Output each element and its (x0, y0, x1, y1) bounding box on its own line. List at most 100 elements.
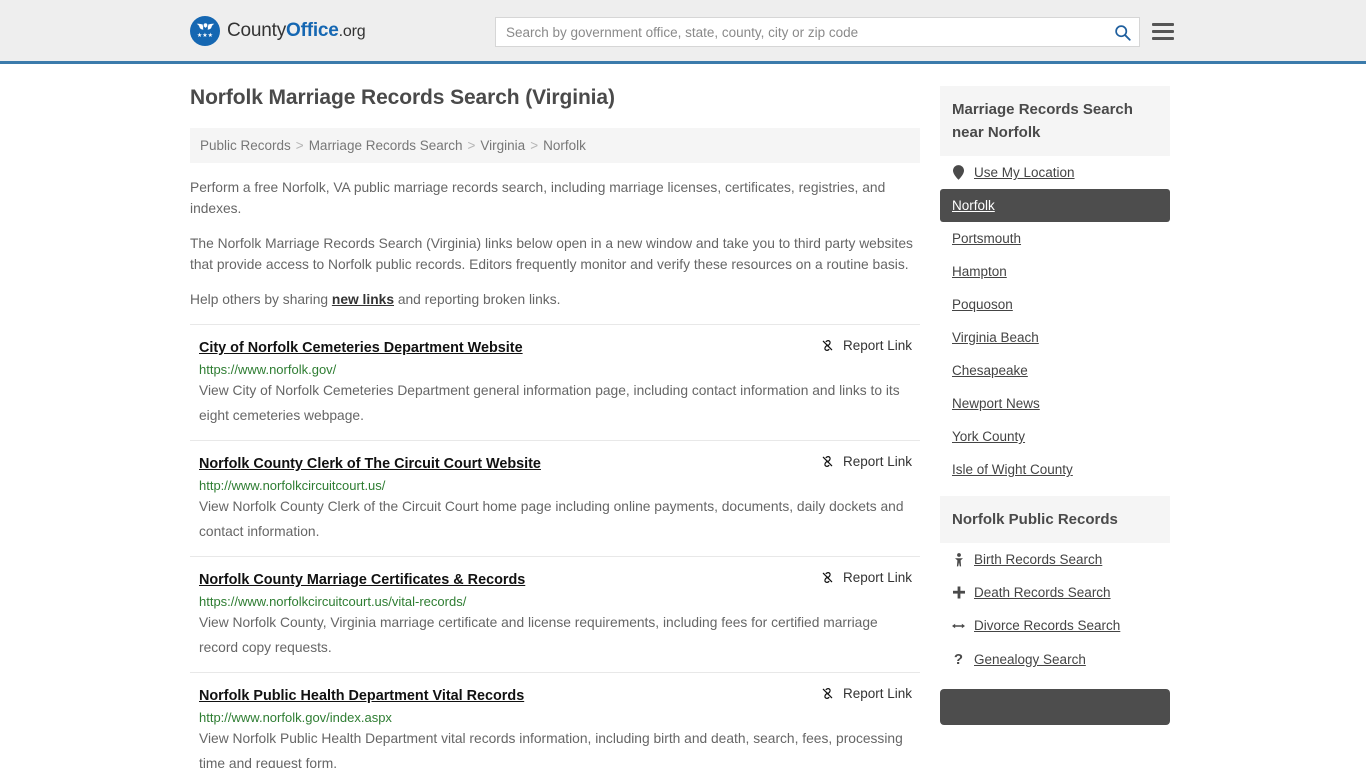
listing-header: City of Norfolk Cemeteries Department We… (199, 338, 920, 358)
listing-url: http://www.norfolkcircuitcourt.us/ (199, 478, 386, 493)
broken-link-icon (822, 571, 833, 584)
sidebar-link-label[interactable]: Chesapeake (952, 363, 1028, 378)
listing-header: Norfolk County Clerk of The Circuit Cour… (199, 454, 920, 474)
breadcrumb-item-2[interactable]: Virginia (480, 138, 525, 153)
map-pin-icon (952, 165, 965, 180)
sidebar-item-virginia-beach[interactable]: Virginia Beach (940, 321, 1170, 354)
sidebar-link-label[interactable]: Birth Records Search (974, 552, 1102, 567)
breadcrumb-item-3[interactable]: Norfolk (543, 138, 586, 153)
stars-icon: ★★★ (196, 33, 214, 39)
sidebar-bottom-panel[interactable] (940, 689, 1170, 725)
sidebar-item-isle-of-wight-county[interactable]: Isle of Wight County (940, 453, 1170, 486)
brand-part-office: Office (286, 19, 339, 41)
listing-header: Norfolk Public Health Department Vital R… (199, 686, 920, 706)
sidebar-link-label[interactable]: Poquoson (952, 297, 1013, 312)
listing-title-link[interactable]: Norfolk County Clerk of The Circuit Cour… (199, 454, 541, 474)
cross-icon (952, 586, 965, 599)
report-link-label: Report Link (842, 686, 912, 701)
brand-wordmark: CountyOffice.org (227, 19, 366, 42)
brand-part-county: County (227, 19, 287, 41)
breadcrumb-item-1[interactable]: Marriage Records Search (309, 138, 463, 153)
breadcrumb-separator: > (467, 138, 476, 153)
listing-item: Norfolk County Marriage Certificates & R… (190, 556, 920, 672)
sidebar-link-label[interactable]: Genealogy Search (974, 652, 1086, 667)
listing-item: Norfolk County Clerk of The Circuit Cour… (190, 440, 920, 556)
listing-url: https://www.norfolk.gov/ (199, 362, 337, 377)
sidebar-item-poquoson[interactable]: Poquoson (940, 288, 1170, 321)
report-link-label: Report Link (842, 570, 912, 585)
breadcrumb: Public Records > Marriage Records Search > V… (190, 128, 920, 163)
search-bar[interactable] (495, 17, 1140, 47)
listing-header: Norfolk County Marriage Certificates & R… (199, 570, 920, 590)
listing-item: Norfolk Public Health Department Vital R… (190, 672, 920, 768)
sidebar: Marriage Records Search near Norfolk Use… (940, 64, 1170, 768)
help-prefix: Help others by sharing (190, 292, 332, 307)
report-link-button[interactable]: Report Link (820, 454, 920, 469)
listing-description: View Norfolk County, Virginia marriage c… (199, 615, 878, 655)
site-logo[interactable]: ★★★ CountyOffice.org (190, 15, 366, 46)
sidebar-link-label[interactable]: Hampton (952, 264, 1007, 279)
search-input[interactable] (496, 18, 1105, 46)
main-content: Norfolk Marriage Records Search (Virgini… (190, 64, 920, 768)
broken-link-icon (822, 339, 833, 352)
sidebar-link-label[interactable]: Divorce Records Search (974, 618, 1120, 633)
intro-text: Perform a free Norfolk, VA public marria… (190, 177, 920, 310)
report-link-button[interactable]: Report Link (820, 570, 920, 585)
brand-part-org: .org (338, 22, 366, 40)
question-mark-icon: ? (953, 651, 964, 668)
site-header: ★★★ CountyOffice.org (0, 0, 1366, 64)
split-arrows-icon (952, 621, 965, 631)
report-link-label: Report Link (842, 454, 912, 469)
broken-link-icon (822, 687, 833, 700)
sidebar-item-use-my-location[interactable]: Use My Location (940, 156, 1170, 189)
page-body: Norfolk Marriage Records Search (Virgini… (0, 64, 1366, 768)
help-suffix: and reporting broken links. (394, 292, 561, 307)
listing-item: City of Norfolk Cemeteries Department We… (190, 324, 920, 440)
sidebar-item-portsmouth[interactable]: Portsmouth (940, 222, 1170, 255)
report-link-button[interactable]: Report Link (820, 686, 920, 701)
sidebar-heading-nearby: Marriage Records Search near Norfolk (940, 86, 1170, 156)
sidebar-link-label[interactable]: Death Records Search (974, 585, 1111, 600)
sidebar-link-label[interactable]: Virginia Beach (952, 330, 1039, 345)
sidebar-item-genealogy-search[interactable]: ? Genealogy Search (940, 642, 1170, 677)
baby-icon (952, 552, 965, 567)
sidebar-link-label[interactable]: Norfolk (952, 198, 995, 213)
search-button[interactable] (1105, 18, 1139, 46)
sidebar-item-norfolk[interactable]: Norfolk (940, 189, 1170, 222)
eagle-logo-icon: ★★★ (190, 15, 220, 46)
sidebar-nearby-list: Use My Location Norfolk Portsmouth Hampt… (940, 156, 1170, 486)
broken-link-icon (822, 455, 833, 468)
sidebar-link-label[interactable]: Newport News (952, 396, 1040, 411)
breadcrumb-separator: > (295, 138, 304, 153)
intro-paragraph-2: The Norfolk Marriage Records Search (Vir… (190, 236, 913, 272)
sidebar-link-label[interactable]: Use My Location (974, 165, 1075, 180)
intro-paragraph-1: Perform a free Norfolk, VA public marria… (190, 180, 886, 216)
sidebar-link-label[interactable]: Portsmouth (952, 231, 1021, 246)
listing-title-link[interactable]: City of Norfolk Cemeteries Department We… (199, 338, 523, 358)
report-link-button[interactable]: Report Link (820, 338, 920, 353)
sidebar-item-birth-records-search[interactable]: Birth Records Search (940, 543, 1170, 576)
sidebar-item-divorce-records-search[interactable]: Divorce Records Search (940, 609, 1170, 642)
hamburger-menu-icon[interactable] (1152, 20, 1174, 42)
report-link-label: Report Link (842, 338, 912, 353)
listing-title-link[interactable]: Norfolk Public Health Department Vital R… (199, 686, 524, 706)
listing-title-link[interactable]: Norfolk County Marriage Certificates & R… (199, 570, 525, 590)
breadcrumb-separator: > (530, 138, 539, 153)
sidebar-public-records-list: Birth Records Search Death Records Searc… (940, 543, 1170, 677)
intro-help-line: Help others by sharing new links and rep… (190, 289, 920, 310)
new-links-link[interactable]: new links (332, 292, 394, 307)
search-icon (1114, 24, 1131, 41)
sidebar-item-chesapeake[interactable]: Chesapeake (940, 354, 1170, 387)
sidebar-heading-public-records: Norfolk Public Records (940, 496, 1170, 543)
sidebar-item-death-records-search[interactable]: Death Records Search (940, 576, 1170, 609)
listing-url: https://www.norfolkcircuitcourt.us/vital… (199, 594, 467, 609)
sidebar-item-newport-news[interactable]: Newport News (940, 387, 1170, 420)
sidebar-link-label[interactable]: York County (952, 429, 1025, 444)
listing-description: View Norfolk Public Health Department vi… (199, 731, 903, 768)
sidebar-item-york-county[interactable]: York County (940, 420, 1170, 453)
sidebar-item-hampton[interactable]: Hampton (940, 255, 1170, 288)
listing-description: View City of Norfolk Cemeteries Departme… (199, 383, 900, 423)
page-title: Norfolk Marriage Records Search (Virgini… (190, 86, 615, 109)
breadcrumb-item-0[interactable]: Public Records (200, 138, 291, 153)
sidebar-link-label[interactable]: Isle of Wight County (952, 462, 1073, 477)
